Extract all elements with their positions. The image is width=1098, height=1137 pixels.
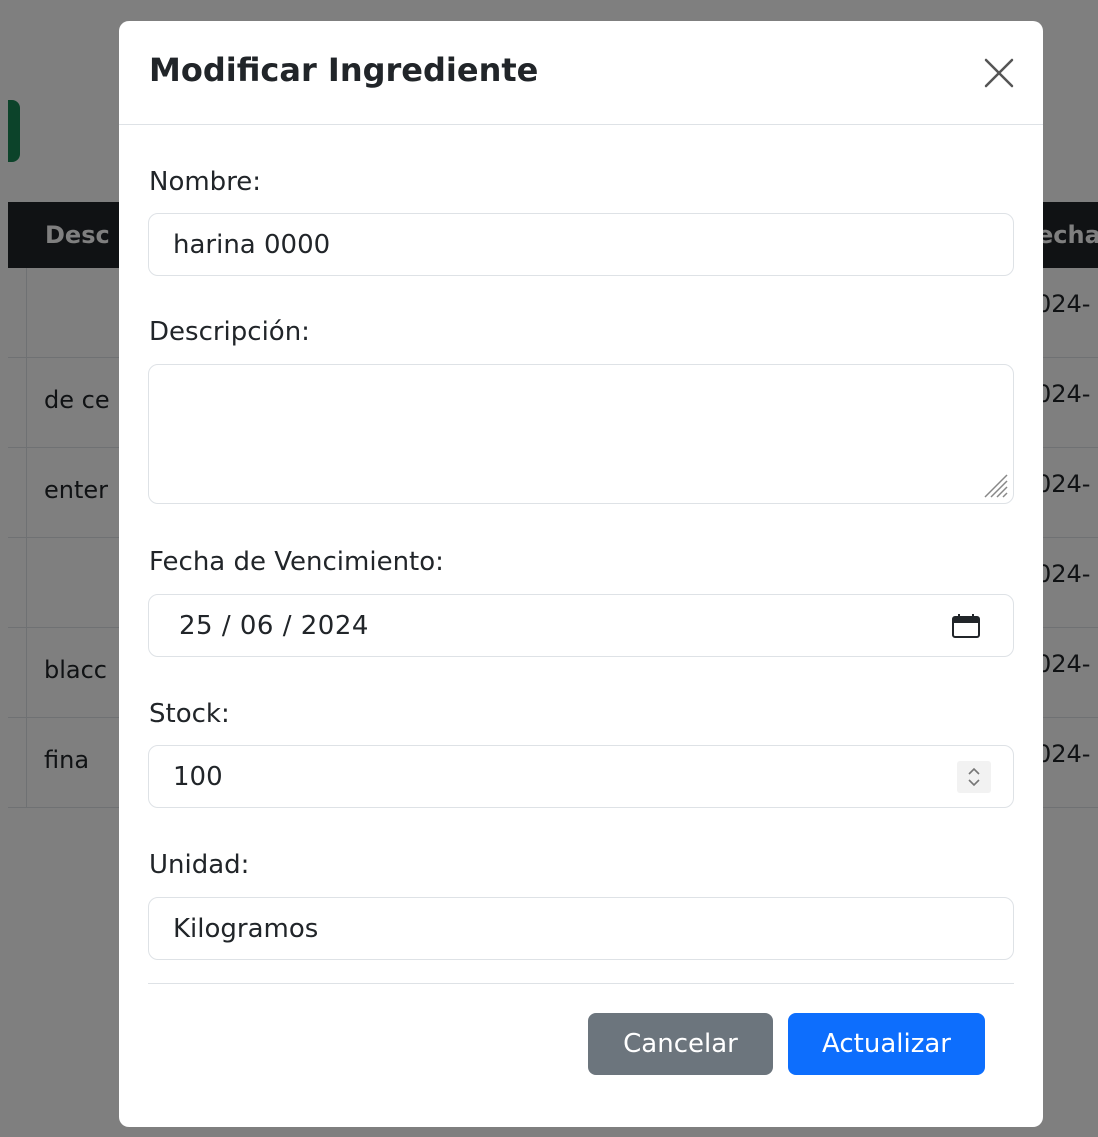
stock-label: Stock: xyxy=(149,699,230,729)
close-icon xyxy=(984,58,1014,88)
nombre-value: harina 0000 xyxy=(173,229,331,260)
stock-value: 100 xyxy=(173,761,223,792)
resize-handle-icon[interactable] xyxy=(977,467,1011,501)
page: Desc echa 024- de ce 024- enter 024- 024… xyxy=(0,0,1098,1137)
descripcion-textarea[interactable] xyxy=(148,364,1014,504)
modal-title: Modificar Ingrediente xyxy=(149,51,539,89)
modal-header: Modificar Ingrediente xyxy=(119,21,1043,125)
nombre-input[interactable]: harina 0000 xyxy=(148,213,1014,276)
close-button[interactable] xyxy=(981,55,1017,91)
modal-footer-divider xyxy=(148,983,1014,984)
fecha-value: 25 / 06 / 2024 xyxy=(179,610,369,641)
unidad-label: Unidad: xyxy=(149,850,250,880)
calendar-icon[interactable] xyxy=(951,613,981,639)
fecha-date-input[interactable]: 25 / 06 / 2024 xyxy=(148,594,1014,657)
stock-number-input[interactable]: 100 xyxy=(148,745,1014,808)
chevron-updown-icon xyxy=(968,767,980,787)
nombre-label: Nombre: xyxy=(149,167,262,197)
edit-ingredient-modal: Modificar Ingrediente Nombre: harina 000… xyxy=(119,21,1043,1127)
unidad-input[interactable]: Kilogramos xyxy=(148,897,1014,960)
update-button[interactable]: Actualizar xyxy=(788,1013,985,1075)
stock-stepper[interactable] xyxy=(957,761,991,793)
cancel-button[interactable]: Cancelar xyxy=(588,1013,773,1075)
fecha-label: Fecha de Vencimiento: xyxy=(149,547,444,577)
descripcion-label: Descripción: xyxy=(149,317,310,347)
unidad-value: Kilogramos xyxy=(173,913,319,944)
